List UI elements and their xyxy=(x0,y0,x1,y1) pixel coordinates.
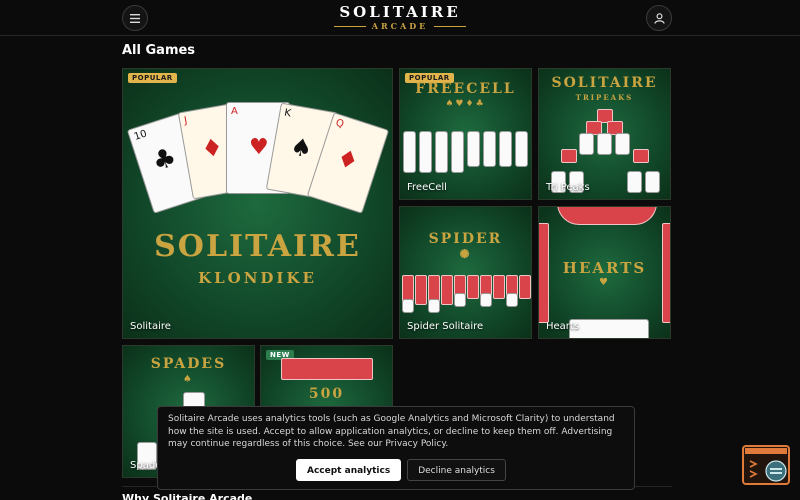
cookie-text: Solitaire Arcade uses analytics tools (s… xyxy=(168,414,615,449)
spider-icon: ✺ xyxy=(459,247,472,261)
logo-sub-text: ARCADE xyxy=(371,21,429,31)
tile-label: Hearts xyxy=(546,321,580,332)
tile-label: Solitaire xyxy=(130,321,171,332)
game-tile-tri-peaks[interactable]: SOLITAIRE TRIPEAKS Tri Peaks xyxy=(538,68,671,200)
cookie-buttons: Accept analytics Decline analytics xyxy=(296,459,506,481)
cookie-banner: Solitaire Arcade uses analytics tools (s… xyxy=(157,406,635,490)
accept-analytics-button[interactable]: Accept analytics xyxy=(296,459,402,481)
tile-label: Tri Peaks xyxy=(546,182,590,193)
decline-analytics-button[interactable]: Decline analytics xyxy=(407,459,506,481)
logo-main-text: SOLITAIRE xyxy=(339,3,461,21)
game-tile-solitaire[interactable]: POPULAR 10 ♣ J ♦ A ♥ K ♠ Q ♦ SOLITAIRE K… xyxy=(122,68,393,339)
tile-label: FreeCell xyxy=(407,182,447,193)
game-tile-freecell[interactable]: POPULAR FREECELL ♠♥♦♣ FreeCell xyxy=(399,68,532,200)
popular-badge: POPULAR xyxy=(128,73,177,83)
feedback-widget-icon xyxy=(745,448,787,482)
tile-art-title: HEARTS xyxy=(562,259,647,277)
user-icon xyxy=(653,12,665,24)
tile-art-title: SOLITAIRE xyxy=(154,229,361,264)
site-logo[interactable]: SOLITAIRE ARCADE xyxy=(300,4,500,31)
game-tile-hearts[interactable]: HEARTS ♥ Hearts xyxy=(538,206,671,339)
tile-art-title: FREECELL xyxy=(415,81,516,97)
tile-art-title: 500 xyxy=(308,386,345,402)
spade-icon: ♠ xyxy=(183,374,194,385)
feedback-widget-button[interactable] xyxy=(742,445,790,485)
site-header: SOLITAIRE ARCADE xyxy=(0,0,800,36)
account-button[interactable] xyxy=(646,5,672,31)
game-tile-spider-solitaire[interactable]: SPIDER ✺ Spider Solitaire xyxy=(399,206,532,339)
heart-icon: ♥ xyxy=(599,277,610,288)
hamburger-icon xyxy=(130,13,140,23)
tile-label: Spider Solitaire xyxy=(407,321,484,332)
menu-button[interactable] xyxy=(122,5,148,31)
why-heading: Why Solitaire Arcade xyxy=(122,492,253,500)
tile-art-subtitle: TRIPEAKS xyxy=(575,93,634,102)
tile-art-title: SPIDER xyxy=(428,231,503,247)
section-title: All Games xyxy=(122,43,196,58)
logo-divider xyxy=(333,25,366,27)
tile-art-title: SPADES xyxy=(150,356,227,372)
tile-art-subtitle: KLONDIKE xyxy=(198,269,317,287)
card-row-art xyxy=(281,358,373,380)
logo-divider xyxy=(434,25,467,27)
suits-icon: ♠♥♦♣ xyxy=(445,99,486,109)
tile-art-title: SOLITAIRE xyxy=(551,75,658,91)
